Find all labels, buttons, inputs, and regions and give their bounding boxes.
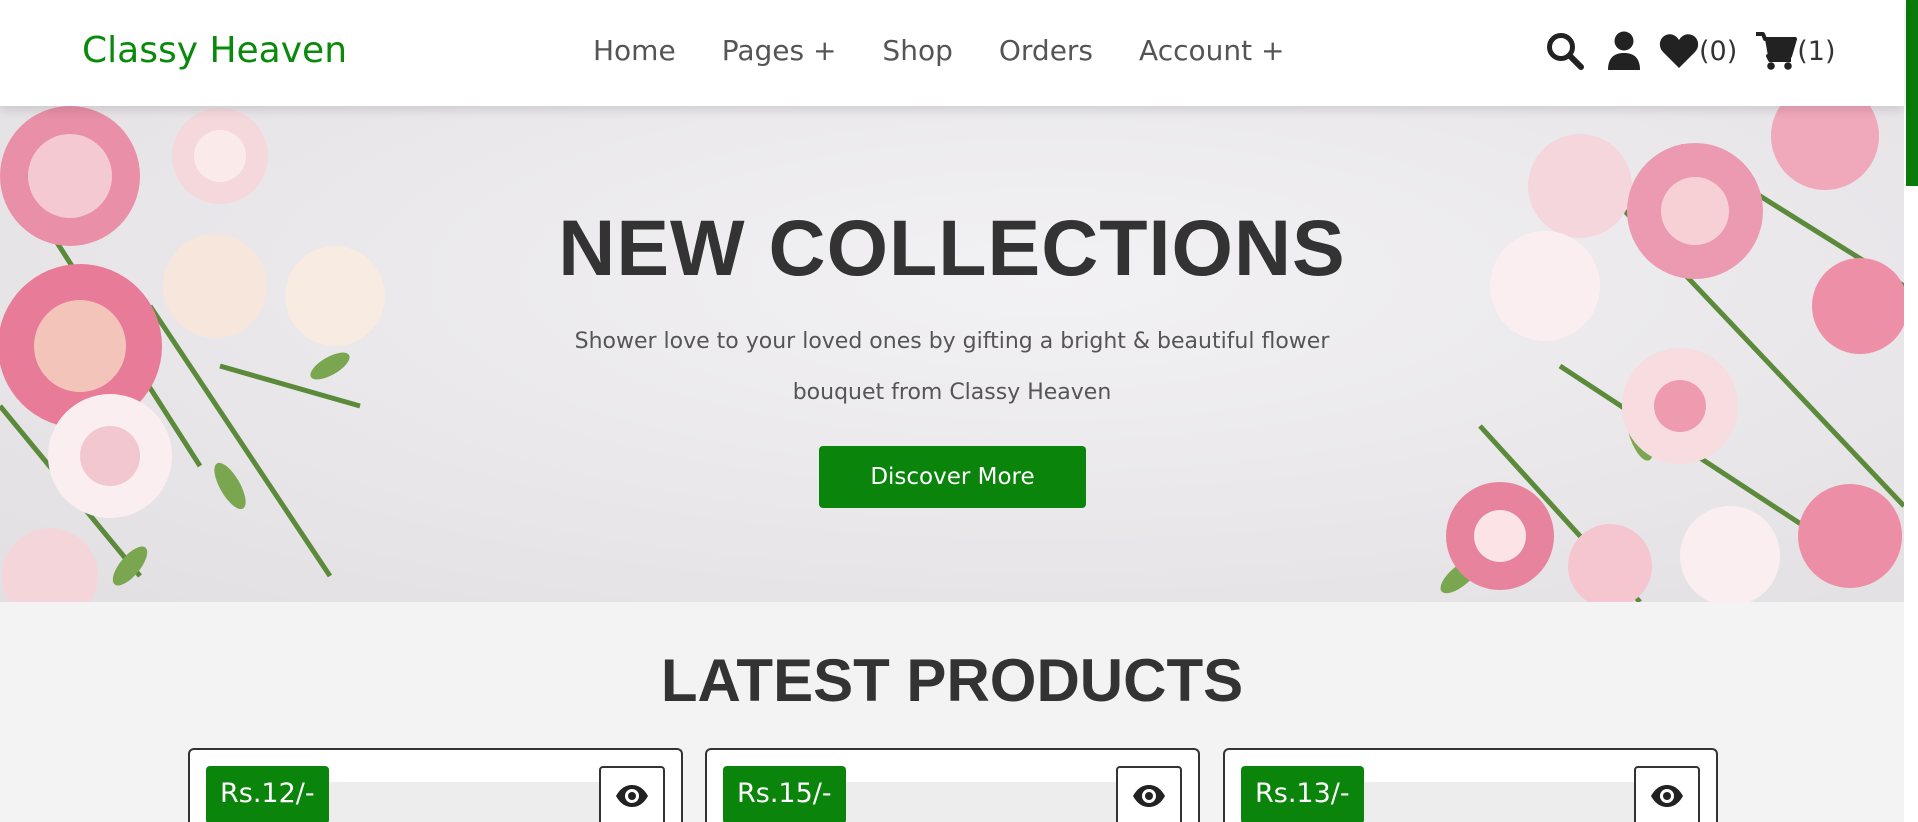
nav-orders[interactable]: Orders bbox=[999, 34, 1093, 67]
cart-button[interactable]: (1) bbox=[1755, 31, 1836, 71]
header-icons: (0) (1) bbox=[1545, 28, 1836, 74]
cart-icon bbox=[1756, 32, 1798, 70]
hero-banner: NEW COLLECTIONS Shower love to your love… bbox=[0, 106, 1904, 602]
nav-account[interactable]: Account + bbox=[1139, 34, 1284, 67]
product-price: Rs.13/- bbox=[1241, 766, 1364, 822]
site-header: Classy Heaven Home Pages + Shop Orders A… bbox=[0, 0, 1904, 106]
eye-icon bbox=[1133, 785, 1165, 807]
nav-shop[interactable]: Shop bbox=[882, 34, 952, 67]
quick-view-button[interactable] bbox=[1116, 766, 1182, 822]
quick-view-button[interactable] bbox=[1634, 766, 1700, 822]
heart-icon bbox=[1659, 34, 1699, 68]
eye-icon bbox=[1651, 785, 1683, 807]
flowers-left-image bbox=[0, 106, 385, 602]
scrollbar-thumb[interactable] bbox=[1906, 0, 1918, 186]
quick-view-button[interactable] bbox=[599, 766, 665, 822]
main-nav: Home Pages + Shop Orders Account + bbox=[593, 34, 1284, 67]
product-card[interactable]: Rs.12/- bbox=[188, 748, 683, 822]
search-button[interactable] bbox=[1545, 31, 1585, 71]
product-price: Rs.15/- bbox=[723, 766, 846, 822]
product-card[interactable]: Rs.15/- bbox=[705, 748, 1200, 822]
flowers-right-image bbox=[1440, 106, 1904, 602]
hero-description: Shower love to your loved ones by giftin… bbox=[574, 329, 1330, 405]
hero-title: NEW COLLECTIONS bbox=[558, 203, 1346, 292]
account-button[interactable] bbox=[1607, 31, 1641, 71]
product-price: Rs.12/- bbox=[206, 766, 329, 822]
wishlist-count: (0) bbox=[1699, 35, 1738, 67]
wishlist-button[interactable]: (0) bbox=[1659, 33, 1737, 69]
brand-logo[interactable]: Classy Heaven bbox=[82, 30, 347, 71]
latest-products-title: LATEST PRODUCTS bbox=[660, 647, 1244, 714]
product-card[interactable]: Rs.13/- bbox=[1223, 748, 1718, 822]
discover-more-button[interactable]: Discover More bbox=[819, 446, 1086, 508]
cart-count: (1) bbox=[1797, 35, 1836, 67]
eye-icon bbox=[616, 785, 648, 807]
nav-home[interactable]: Home bbox=[593, 34, 676, 67]
nav-pages[interactable]: Pages + bbox=[722, 34, 837, 67]
user-icon bbox=[1608, 31, 1640, 70]
search-icon bbox=[1547, 33, 1584, 70]
